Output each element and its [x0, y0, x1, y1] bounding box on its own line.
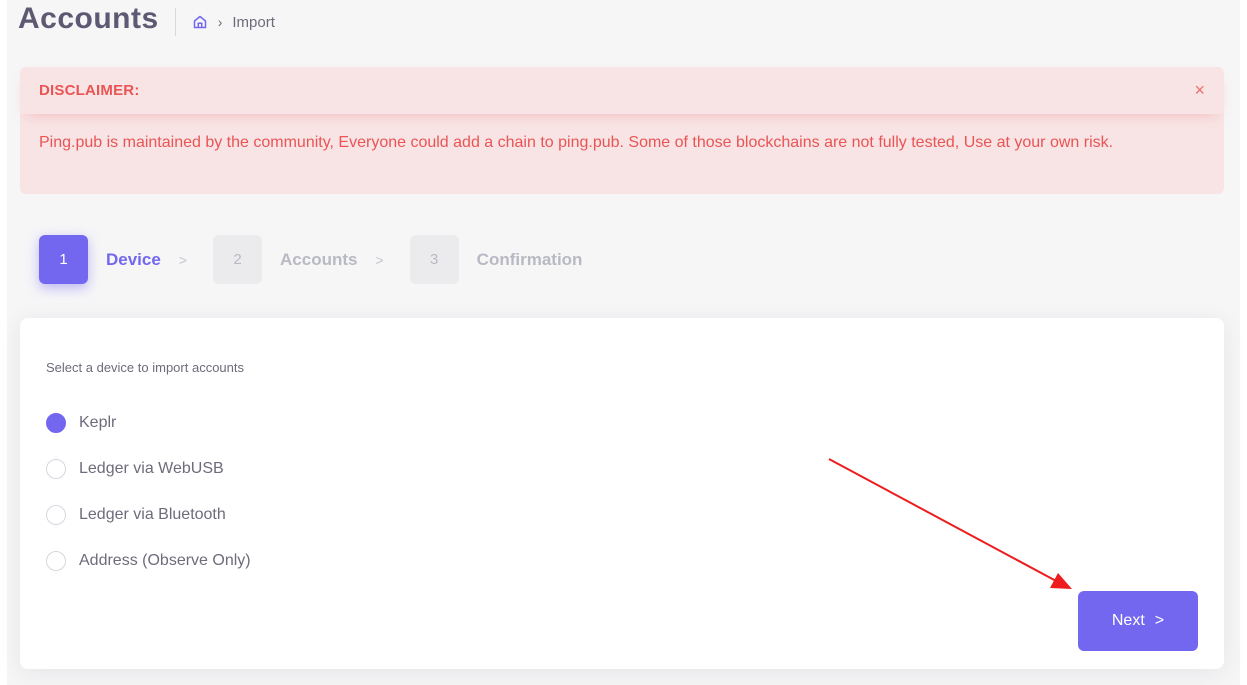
step-label: Confirmation — [476, 249, 583, 269]
radio-label: Ledger via Bluetooth — [79, 506, 226, 523]
page: Accounts › Import DISCLAIMER: × Ping.pub… — [7, 0, 1240, 685]
page-header: Accounts › Import — [18, 0, 275, 44]
next-button-label: Next — [1111, 612, 1145, 629]
step-number: 1 — [39, 235, 88, 284]
device-select-card: Select a device to import accounts Keplr… — [20, 318, 1224, 669]
radio-label: Ledger via WebUSB — [79, 460, 224, 477]
radio-button[interactable] — [46, 413, 66, 433]
import-wizard-steps: 1 Device > 2 Accounts > 3 Confirmation — [39, 235, 582, 284]
alert-heading: DISCLAIMER: × — [20, 67, 1224, 114]
chevron-right-icon: > — [1154, 612, 1165, 629]
radio-button[interactable] — [46, 505, 66, 525]
radio-label: Address (Observe Only) — [79, 552, 251, 569]
home-icon[interactable] — [192, 14, 208, 30]
step-separator: > — [178, 251, 188, 268]
radio-option-address-observe[interactable]: Address (Observe Only) — [46, 538, 251, 584]
device-select-label: Select a device to import accounts — [46, 360, 244, 375]
step-accounts[interactable]: 2 Accounts — [213, 235, 357, 284]
alert-message: Ping.pub is maintained by the community,… — [39, 134, 1114, 151]
alert-title: DISCLAIMER: — [39, 82, 140, 99]
header-divider — [174, 8, 176, 36]
breadcrumb-separator: › — [217, 14, 223, 30]
close-icon[interactable]: × — [1194, 80, 1205, 101]
breadcrumb-current: Import — [232, 13, 275, 31]
step-separator: > — [375, 251, 384, 268]
radio-option-ledger-webusb[interactable]: Ledger via WebUSB — [46, 446, 251, 492]
radio-label: Keplr — [79, 414, 117, 431]
step-label: Device — [106, 249, 161, 269]
disclaimer-alert: DISCLAIMER: × Ping.pub is maintained by … — [20, 67, 1224, 194]
radio-option-ledger-bluetooth[interactable]: Ledger via Bluetooth — [46, 492, 251, 538]
device-radio-group: Keplr Ledger via WebUSB Ledger via Bluet… — [46, 400, 251, 584]
radio-button[interactable] — [46, 551, 66, 571]
step-number: 3 — [409, 235, 459, 284]
step-device[interactable]: 1 Device — [39, 235, 161, 284]
page-title: Accounts — [18, 2, 159, 35]
next-button[interactable]: Next > — [1078, 591, 1198, 651]
step-confirmation[interactable]: 3 Confirmation — [409, 235, 583, 284]
breadcrumb: › Import — [192, 14, 275, 31]
radio-button[interactable] — [46, 459, 66, 479]
step-number: 2 — [213, 235, 263, 284]
radio-option-keplr[interactable]: Keplr — [46, 400, 251, 446]
step-label: Accounts — [280, 249, 358, 269]
